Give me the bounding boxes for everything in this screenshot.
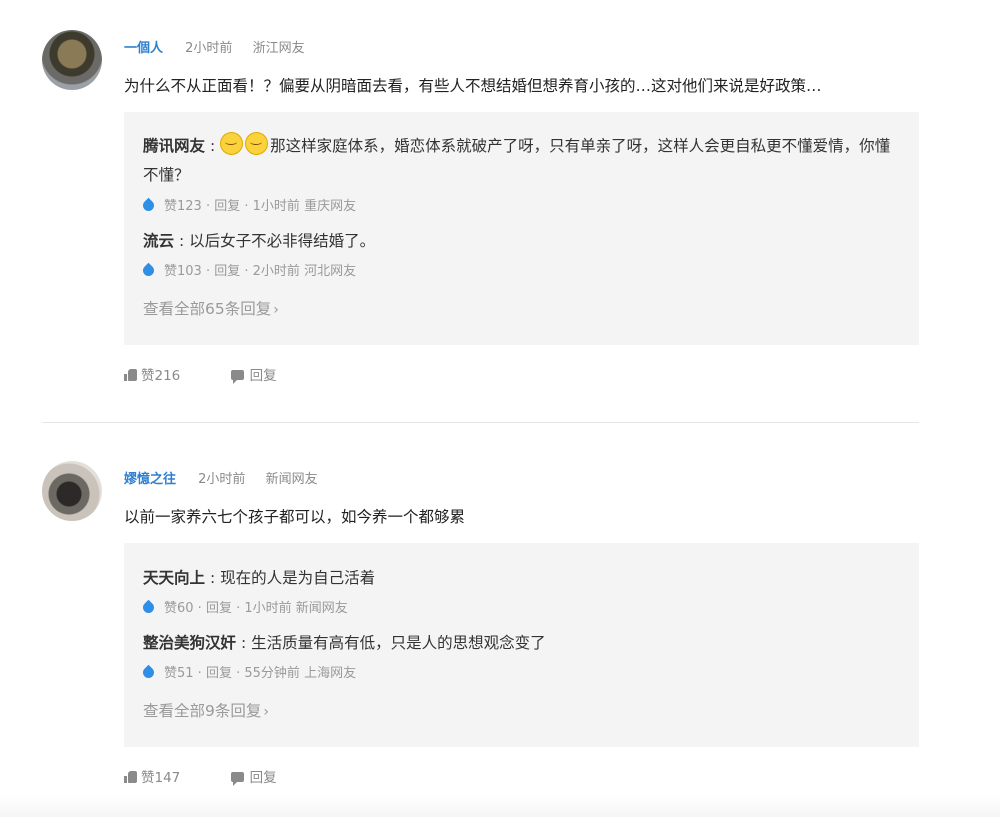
dot-separator: ·	[201, 264, 215, 279]
reply-text: 以后女子不必非得结婚了。	[189, 232, 376, 250]
reply-time: 1小时前	[244, 601, 292, 616]
smiley-emoji-icon	[245, 132, 269, 155]
comment-actions: 赞216 回复	[124, 367, 277, 385]
reply-likes[interactable]: 赞60	[164, 601, 194, 616]
chevron-right-icon: ›	[273, 302, 279, 318]
comment-text: 以前一家养六七个孩子都可以，如今养一个都够累	[124, 508, 466, 526]
reply-location: 上海网友	[304, 666, 357, 681]
comment-divider	[42, 422, 919, 423]
like-button[interactable]: 赞147	[124, 770, 180, 786]
reply-time: 2小时前	[252, 264, 300, 279]
comment-location: 新闻网友	[265, 472, 318, 487]
view-all-replies-link[interactable]: 查看全部65条回复 ›	[143, 297, 279, 319]
reply-text: 现在的人是为自己活着	[220, 569, 376, 587]
bottom-fade	[0, 795, 1000, 817]
reply-separator: :	[236, 634, 252, 652]
reply-location: 重庆网友	[304, 199, 357, 214]
reply-box: 腾讯网友 : 那这样家庭体系，婚恋体系就破产了呀，只有单亲了呀，这样人会更自私更…	[124, 112, 919, 345]
like-button[interactable]: 赞216	[124, 368, 180, 384]
reply-author[interactable]: 天天向上	[143, 569, 205, 587]
dot-separator: ·	[193, 601, 206, 616]
chevron-right-icon: ›	[263, 704, 269, 720]
reply-author[interactable]: 流云	[143, 232, 174, 250]
reply-button[interactable]: 回复	[214, 264, 240, 279]
thumbs-up-icon	[124, 771, 137, 783]
dot-separator: ·	[231, 601, 245, 616]
reply-button[interactable]: 回复	[206, 666, 232, 681]
comment-bubble-icon	[230, 772, 244, 786]
water-drop-icon[interactable]	[140, 664, 157, 681]
reply-text: 生活质量有高有低，只是人的思想观念变了	[251, 634, 546, 652]
reply-author[interactable]: 整治美狗汉奸	[143, 634, 236, 652]
reply-box: 天天向上 : 现在的人是为自己活着 赞60 · 回复 · 1小时前 新闻网友 整…	[124, 543, 919, 747]
reply-likes[interactable]: 赞123	[164, 199, 202, 214]
reply-separator: :	[174, 232, 190, 250]
reply-time: 55分钟前	[244, 666, 300, 681]
comment-actions: 赞147 回复	[124, 769, 277, 787]
dot-separator: ·	[193, 666, 206, 681]
reply-meta: 赞51 · 回复 · 55分钟前 上海网友	[140, 664, 357, 683]
author-name[interactable]: 一個人	[124, 41, 163, 56]
thumbs-up-icon	[124, 369, 137, 381]
dot-separator: ·	[231, 666, 245, 681]
dot-separator: ·	[201, 199, 215, 214]
reply-item: 流云 : 以后女子不必非得结婚了。	[143, 227, 898, 256]
reply-separator: :	[205, 137, 221, 155]
reply-likes[interactable]: 赞103	[164, 264, 202, 279]
view-all-replies-label: 查看全部9条回复	[143, 702, 262, 720]
author-name[interactable]: 嫪憶之往	[124, 472, 176, 487]
avatar[interactable]	[42, 30, 102, 90]
reply-meta: 赞60 · 回复 · 1小时前 新闻网友	[140, 599, 348, 618]
reply-button[interactable]: 回复	[206, 601, 232, 616]
smiley-emoji-icon	[220, 132, 244, 155]
reply-time: 1小时前	[252, 199, 300, 214]
avatar[interactable]	[42, 461, 102, 521]
reply-likes[interactable]: 赞51	[164, 666, 194, 681]
reply-comment-button[interactable]: 回复	[230, 770, 277, 786]
comment-time: 2小时前	[198, 472, 246, 487]
reply-meta: 赞103 · 回复 · 2小时前 河北网友	[140, 262, 357, 281]
reply-author[interactable]: 腾讯网友	[143, 137, 205, 155]
comment-meta: 一個人 2小时前 浙江网友	[124, 40, 321, 58]
reply-label: 回复	[249, 368, 277, 384]
reply-separator: :	[205, 569, 221, 587]
reply-item: 腾讯网友 : 那这样家庭体系，婚恋体系就破产了呀，只有单亲了呀，这样人会更自私更…	[143, 132, 898, 190]
comment-bubble-icon	[230, 370, 244, 384]
reply-meta: 赞123 · 回复 · 1小时前 重庆网友	[140, 197, 357, 216]
reply-item: 整治美狗汉奸 : 生活质量有高有低，只是人的思想观念变了	[143, 629, 898, 658]
reply-location: 新闻网友	[295, 601, 348, 616]
comment-meta: 嫪憶之往 2小时前 新闻网友	[124, 471, 334, 489]
water-drop-icon[interactable]	[140, 197, 157, 214]
reply-comment-button[interactable]: 回复	[230, 368, 277, 384]
dot-separator: ·	[240, 264, 253, 279]
comment-time: 2小时前	[185, 41, 233, 56]
dot-separator: ·	[240, 199, 253, 214]
reply-location: 河北网友	[304, 264, 357, 279]
comment-location: 浙江网友	[252, 41, 305, 56]
water-drop-icon[interactable]	[140, 599, 157, 616]
like-count: 赞147	[141, 770, 181, 786]
reply-item: 天天向上 : 现在的人是为自己活着	[143, 564, 898, 593]
reply-button[interactable]: 回复	[214, 199, 240, 214]
like-count: 赞216	[141, 368, 181, 384]
view-all-replies-label: 查看全部65条回复	[143, 300, 272, 318]
comment-text: 为什么不从正面看！？偏要从阴暗面去看，有些人不想结婚但想养育小孩的…这对他们来说…	[124, 77, 822, 95]
water-drop-icon[interactable]	[140, 262, 157, 279]
reply-label: 回复	[249, 770, 277, 786]
view-all-replies-link[interactable]: 查看全部9条回复 ›	[143, 699, 269, 721]
